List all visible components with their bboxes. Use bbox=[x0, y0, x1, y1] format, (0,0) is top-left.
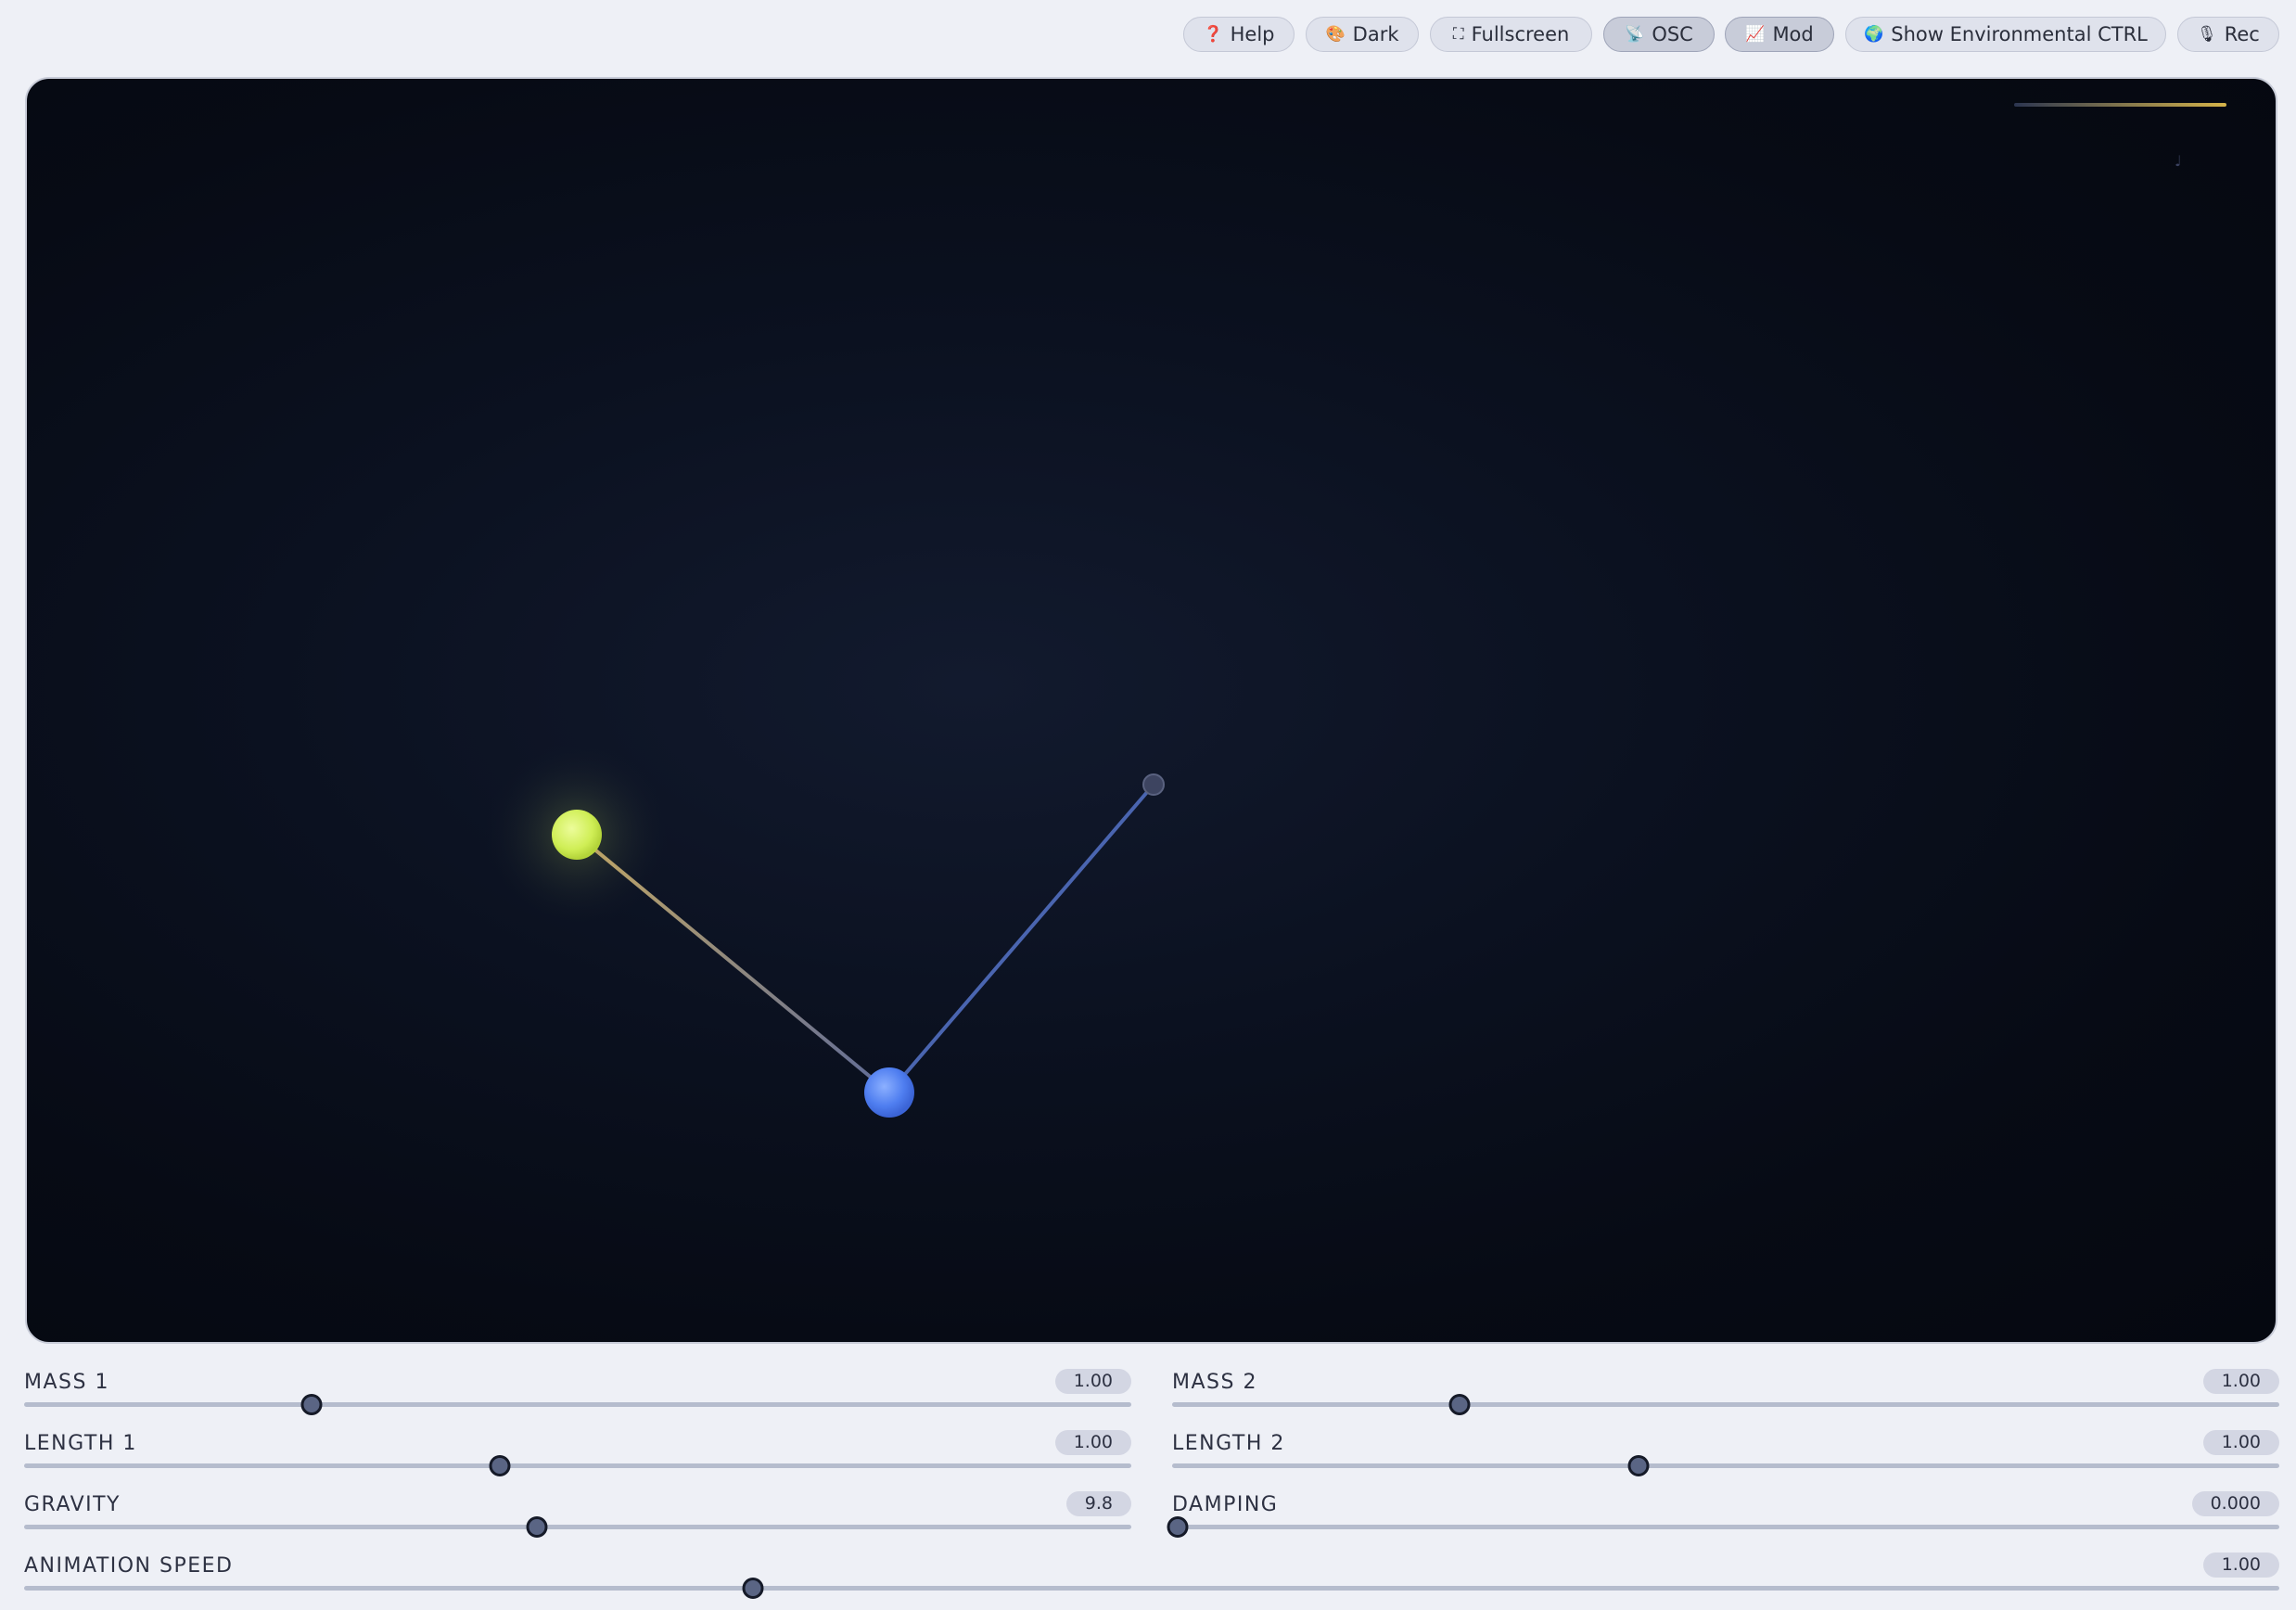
mod-button-label: Mod bbox=[1772, 23, 1814, 45]
music-note-icon: ♩ bbox=[2175, 152, 2182, 170]
gravity-slider-track[interactable] bbox=[24, 1525, 1131, 1529]
palette-icon: 🎨 bbox=[1325, 25, 1346, 44]
simulation-canvas[interactable]: ♩ bbox=[25, 77, 2277, 1344]
animation-speed-control: ANIMATION SPEED 1.00 bbox=[24, 1538, 2279, 1599]
pivot-point[interactable] bbox=[1142, 773, 1165, 796]
pendulum-bob-1[interactable] bbox=[552, 810, 602, 860]
mass2-value: 1.00 bbox=[2202, 1369, 2279, 1394]
record-button[interactable]: 🎙 Rec bbox=[2177, 17, 2279, 52]
gravity-control: GRAVITY 9.8 bbox=[24, 1476, 1131, 1538]
length1-value: 1.00 bbox=[1054, 1430, 1131, 1455]
mass1-slider-thumb[interactable] bbox=[300, 1394, 323, 1415]
help-button[interactable]: ❓ Help bbox=[1183, 17, 1295, 52]
gravity-value: 9.8 bbox=[1065, 1491, 1131, 1516]
fullscreen-button[interactable]: ⛶ Fullscreen bbox=[1430, 17, 1592, 52]
fullscreen-button-label: Fullscreen bbox=[1471, 23, 1570, 45]
globe-icon: 🌍 bbox=[1864, 25, 1884, 44]
pendulum-scene: ♩ bbox=[484, 103, 2226, 1118]
mass2-slider-thumb[interactable] bbox=[1448, 1394, 1471, 1415]
dark-mode-button-label: Dark bbox=[1352, 23, 1399, 45]
length2-slider-track[interactable] bbox=[1172, 1463, 2279, 1468]
level-meter bbox=[2014, 103, 2226, 107]
length1-label: LENGTH 1 bbox=[24, 1432, 137, 1455]
animation-speed-label: ANIMATION SPEED bbox=[24, 1554, 234, 1578]
chart-icon: 📈 bbox=[1745, 25, 1766, 44]
toolbar: ❓ Help 🎨 Dark ⛶ Fullscreen 📡 OSC 📈 Mod 🌍… bbox=[0, 0, 2296, 74]
dark-mode-button[interactable]: 🎨 Dark bbox=[1306, 17, 1419, 52]
osc-button[interactable]: 📡 OSC bbox=[1603, 17, 1715, 52]
help-icon: ❓ bbox=[1203, 25, 1223, 44]
show-environmental-ctrl-button[interactable]: 🌍 Show Environmental CTRL bbox=[1845, 17, 2166, 52]
mod-button[interactable]: 📈 Mod bbox=[1725, 17, 1834, 52]
length2-value: 1.00 bbox=[2202, 1430, 2279, 1455]
satellite-icon: 📡 bbox=[1625, 25, 1645, 44]
controls-panel: MASS 1 1.00 MASS 2 1.00 LENGTH 1 1.00 LE… bbox=[0, 1354, 2296, 1610]
rod-2 bbox=[887, 783, 1155, 1094]
mass2-control: MASS 2 1.00 bbox=[1172, 1354, 2279, 1415]
animation-speed-slider-thumb[interactable] bbox=[742, 1578, 764, 1599]
osc-button-label: OSC bbox=[1652, 23, 1693, 45]
rod-1 bbox=[575, 833, 891, 1094]
damping-slider-thumb[interactable] bbox=[1167, 1516, 1189, 1538]
animation-speed-value: 1.00 bbox=[2202, 1552, 2279, 1578]
animation-speed-slider-track[interactable] bbox=[24, 1586, 2279, 1591]
length1-slider-thumb[interactable] bbox=[489, 1455, 511, 1476]
length2-label: LENGTH 2 bbox=[1172, 1432, 1285, 1455]
mass2-label: MASS 2 bbox=[1172, 1371, 1257, 1394]
gravity-slider-thumb[interactable] bbox=[526, 1516, 548, 1538]
mass1-value: 1.00 bbox=[1054, 1369, 1131, 1394]
record-button-label: Rec bbox=[2224, 23, 2260, 45]
damping-slider-track[interactable] bbox=[1172, 1525, 2279, 1529]
length1-slider-track[interactable] bbox=[24, 1463, 1131, 1468]
fullscreen-icon: ⛶ bbox=[1452, 25, 1464, 44]
mass1-label: MASS 1 bbox=[24, 1371, 109, 1394]
mass1-slider-track[interactable] bbox=[24, 1402, 1131, 1407]
mass2-slider-track[interactable] bbox=[1172, 1402, 2279, 1407]
damping-value: 0.000 bbox=[2191, 1491, 2279, 1516]
mass1-control: MASS 1 1.00 bbox=[24, 1354, 1131, 1415]
damping-label: DAMPING bbox=[1172, 1493, 1279, 1516]
gravity-label: GRAVITY bbox=[24, 1493, 121, 1516]
pendulum-bob-2[interactable] bbox=[864, 1067, 914, 1118]
show-environmental-ctrl-button-label: Show Environmental CTRL bbox=[1891, 23, 2148, 45]
length1-control: LENGTH 1 1.00 bbox=[24, 1415, 1131, 1476]
length2-control: LENGTH 2 1.00 bbox=[1172, 1415, 2279, 1476]
length2-slider-thumb[interactable] bbox=[1627, 1455, 1650, 1476]
damping-control: DAMPING 0.000 bbox=[1167, 1476, 2279, 1538]
microphone-icon: 🎙 bbox=[2197, 25, 2217, 44]
help-button-label: Help bbox=[1230, 23, 1275, 45]
